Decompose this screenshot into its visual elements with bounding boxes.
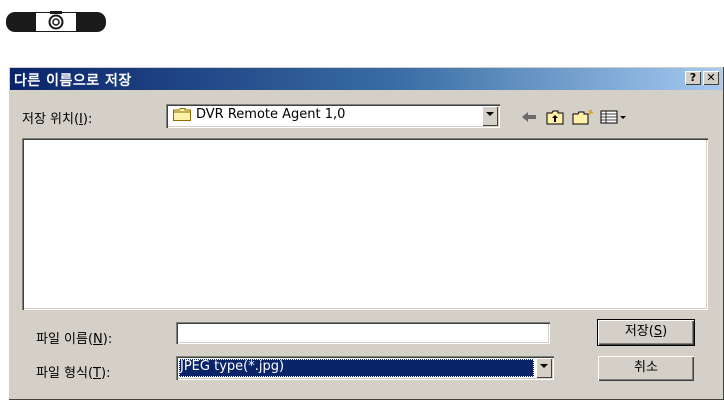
close-button[interactable]: ✕ (703, 71, 719, 85)
new-folder-icon[interactable] (572, 109, 594, 125)
cancel-button[interactable]: 취소 (598, 356, 694, 381)
dialog-title: 다른 이름으로 저장 (14, 73, 132, 89)
up-folder-icon[interactable] (546, 109, 564, 125)
dialog-titlebar[interactable]: 다른 이름으로 저장 ? ✕ (10, 68, 722, 90)
save-as-dialog: 다른 이름으로 저장 ? ✕ 저장 위치(I): DVR Remote Agen… (8, 66, 724, 400)
location-label: 저장 위치(I): (22, 112, 93, 127)
view-menu-icon[interactable] (600, 109, 628, 125)
filetype-value: JPEG type(*.jpg) (179, 359, 534, 377)
filetype-label: 파일 형식(T): (36, 366, 111, 381)
back-arrow-icon[interactable] (520, 109, 538, 125)
filetype-dropdown-button[interactable] (536, 358, 552, 378)
location-value: DVR Remote Agent 1,0 (196, 107, 346, 122)
help-button[interactable]: ? (685, 71, 701, 85)
camera-icon[interactable] (6, 10, 106, 34)
filename-label: 파일 이름(N): (36, 332, 113, 347)
filename-input[interactable] (176, 322, 550, 344)
save-button[interactable]: 저장(S) (597, 319, 695, 346)
location-dropdown-button[interactable] (482, 106, 498, 126)
file-list[interactable] (22, 138, 708, 310)
folder-icon (173, 108, 191, 121)
filetype-combobox[interactable]: JPEG type(*.jpg) (176, 356, 554, 380)
location-combobox[interactable]: DVR Remote Agent 1,0 (166, 104, 500, 128)
